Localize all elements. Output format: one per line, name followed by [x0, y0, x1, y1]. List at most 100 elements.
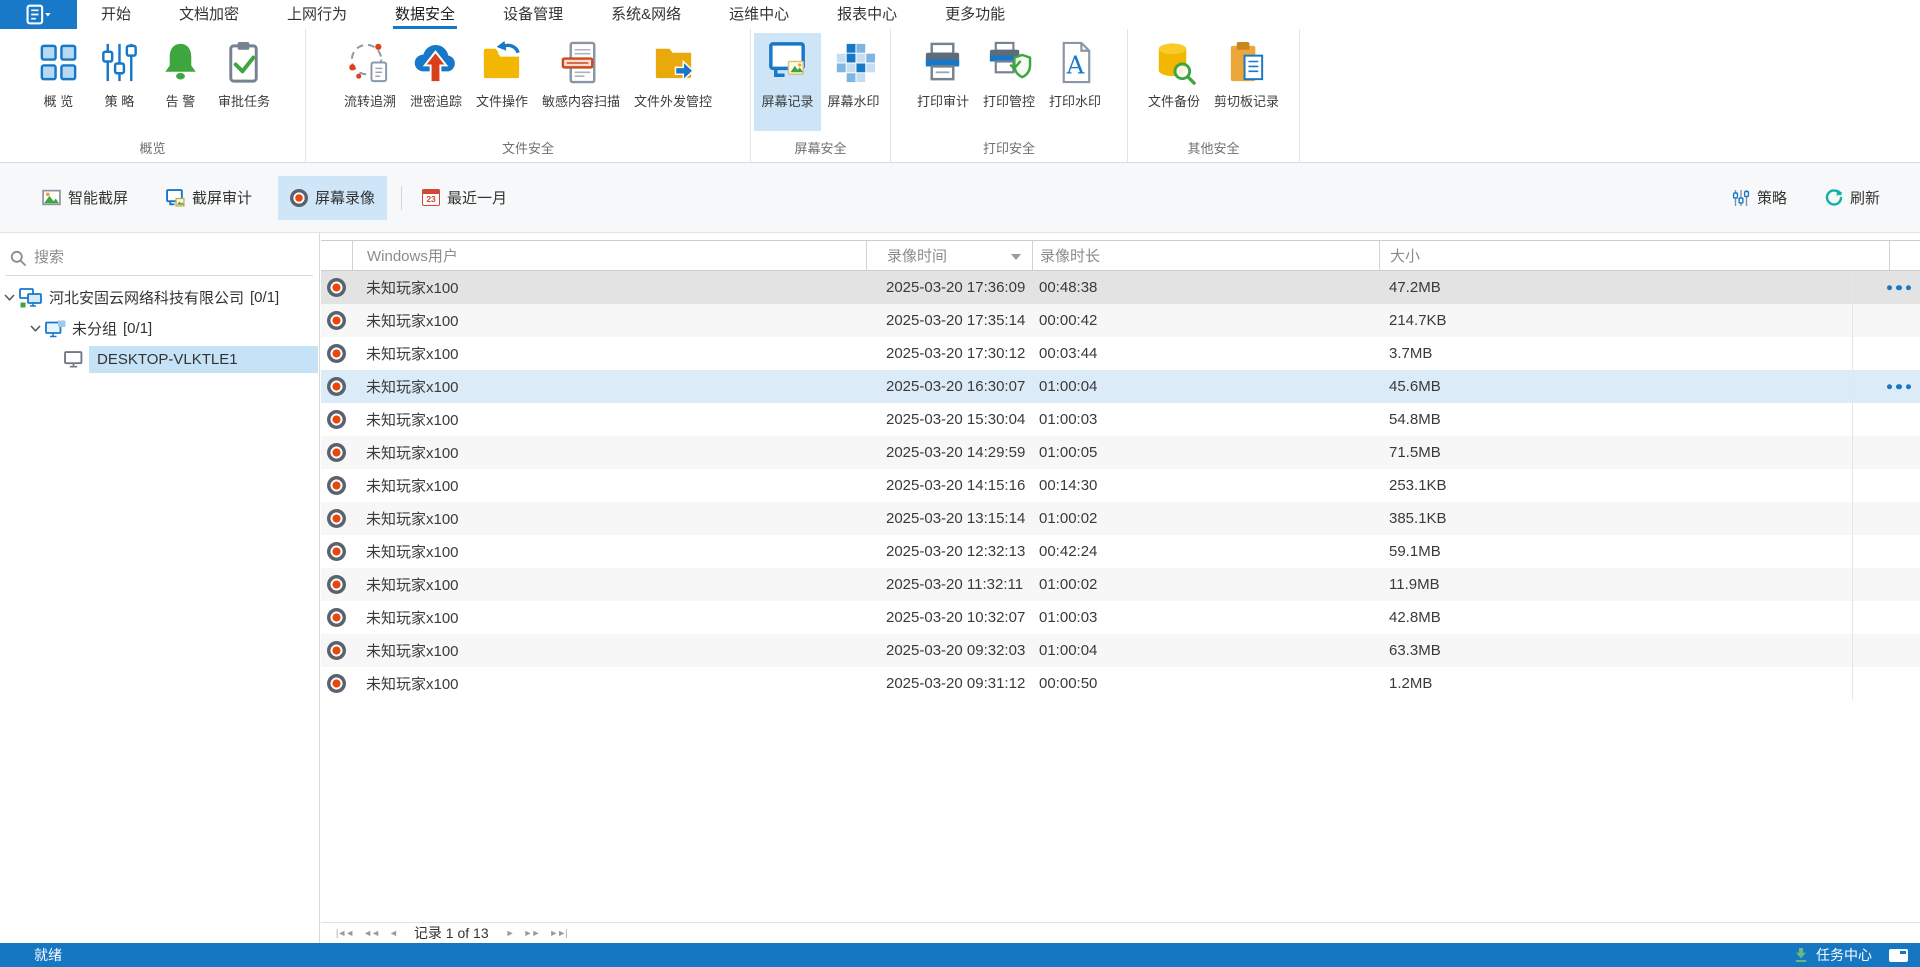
header-windows-user[interactable]: Windows用户 [352, 241, 866, 270]
row-windows-user: 未知玩家x100 [352, 607, 866, 628]
header-size[interactable]: 大小 [1379, 241, 1889, 270]
tray-window-icon[interactable] [1889, 949, 1908, 962]
table-row[interactable]: 未知玩家x100 2025-03-20 15:30:04 01:00:03 54… [321, 403, 1920, 436]
tree-node-computer[interactable]: DESKTOP-VLKTLE1 [0, 344, 319, 375]
menu-tab-doc-encryption[interactable]: 文档加密 [177, 0, 241, 29]
row-record-time: 2025-03-20 16:30:07 [866, 378, 1032, 395]
row-record-duration: 00:14:30 [1032, 477, 1379, 494]
app-window: 开始 文档加密 上网行为 数据安全 设备管理 系统&网络 运维中心 报表中心 更… [0, 0, 1920, 967]
row-record-time: 2025-03-20 13:15:14 [866, 510, 1032, 527]
table-row[interactable]: 未知玩家x100 2025-03-20 11:32:11 01:00:02 11… [321, 568, 1920, 601]
file-backup-button[interactable]: 文件备份 [1141, 33, 1207, 131]
first-page-button[interactable]: |◄◄ [336, 928, 353, 938]
row-size: 214.7KB [1379, 312, 1889, 329]
table-row[interactable]: 未知玩家x100 2025-03-20 17:36:09 00:48:38 47… [321, 271, 1920, 304]
row-windows-user: 未知玩家x100 [352, 409, 866, 430]
app-menu-button[interactable] [0, 0, 77, 29]
fast-prev-page-button[interactable]: ◄◄ [363, 928, 379, 938]
screen-watermark-button[interactable]: 屏幕水印 [821, 33, 887, 131]
record-icon [327, 608, 346, 627]
prev-page-button[interactable]: ◄ [389, 928, 397, 938]
smart-screenshot-button[interactable]: 智能截屏 [30, 176, 140, 220]
search-box [6, 240, 313, 276]
table-row[interactable]: 未知玩家x100 2025-03-20 16:30:07 01:00:04 45… [321, 370, 1920, 403]
approval-tasks-button[interactable]: 审批任务 [211, 33, 277, 131]
ribbon-group-other-security: 文件备份 剪切板记录 其他安全 [1128, 29, 1300, 162]
clipboard-record-icon [1223, 39, 1270, 86]
sensitive-content-scan-button[interactable]: 敏感内容扫描 [535, 33, 627, 131]
refresh-button[interactable]: 刷新 [1813, 176, 1892, 220]
tree-node-ungrouped[interactable]: 未分组 [0/1] [0, 313, 319, 344]
task-center-button[interactable]: 任务中心 [1793, 945, 1920, 965]
menu-tab-ops-center[interactable]: 运维中心 [727, 0, 791, 29]
table-row[interactable]: 未知玩家x100 2025-03-20 17:30:12 00:03:44 3.… [321, 337, 1920, 370]
header-record-duration[interactable]: 录像时长 [1032, 241, 1379, 270]
table-row[interactable]: 未知玩家x100 2025-03-20 09:32:03 01:00:04 63… [321, 634, 1920, 667]
sort-desc-icon[interactable] [1011, 254, 1021, 260]
alert-button[interactable]: 告 警 [150, 33, 211, 131]
last-page-button[interactable]: ►►| [549, 928, 566, 938]
print-control-button[interactable]: 打印管控 [976, 33, 1042, 131]
table-row[interactable]: 未知玩家x100 2025-03-20 12:32:13 00:42:24 59… [321, 535, 1920, 568]
overview-button[interactable]: 概 览 [28, 33, 89, 131]
row-windows-user: 未知玩家x100 [352, 376, 866, 397]
screen-recording-button[interactable]: 屏幕录像 [278, 176, 387, 220]
menu-tab-internet-behavior[interactable]: 上网行为 [285, 0, 349, 29]
menu-tab-more-features[interactable]: 更多功能 [943, 0, 1007, 29]
table-row[interactable]: 未知玩家x100 2025-03-20 14:15:16 00:14:30 25… [321, 469, 1920, 502]
clipboard-record-button[interactable]: 剪切板记录 [1207, 33, 1286, 131]
menu-tab-report-center[interactable]: 报表中心 [835, 0, 899, 29]
ribbon-group-screen-security: 屏幕记录 屏幕水印 屏幕安全 [751, 29, 891, 162]
print-audit-button[interactable]: 打印审计 [910, 33, 976, 131]
ribbon-group-label: 打印安全 [891, 138, 1127, 157]
leak-tracking-button[interactable]: 泄密追踪 [403, 33, 469, 131]
row-windows-user: 未知玩家x100 [352, 475, 866, 496]
chevron-down-icon[interactable] [4, 294, 15, 301]
screenshot-audit-button[interactable]: 截屏审计 [154, 176, 264, 220]
header-record-time[interactable]: 录像时间 [866, 241, 1032, 270]
search-input[interactable] [34, 249, 274, 266]
table-row[interactable]: 未知玩家x100 2025-03-20 17:35:14 00:00:42 21… [321, 304, 1920, 337]
header-icon-column [321, 241, 352, 270]
menu-tab-system-network[interactable]: 系统&网络 [609, 0, 683, 29]
row-actions-button[interactable] [1887, 285, 1912, 291]
policy-toolbar-button[interactable]: 策略 [1720, 176, 1799, 220]
table-row[interactable]: 未知玩家x100 2025-03-20 13:15:14 01:00:02 38… [321, 502, 1920, 535]
table-row[interactable]: 未知玩家x100 2025-03-20 09:31:12 00:00:50 1.… [321, 667, 1920, 700]
date-range-button[interactable]: 23 最近一月 [410, 176, 519, 220]
search-icon [10, 250, 26, 266]
record-icon [327, 641, 346, 660]
screen-record-button[interactable]: 屏幕记录 [754, 33, 820, 131]
chevron-down-icon[interactable] [30, 325, 41, 332]
record-icon [327, 377, 346, 396]
row-size: 63.3MB [1379, 642, 1889, 659]
tree-node-company[interactable]: 河北安固云网络科技有限公司 [0/1] [0, 282, 319, 313]
selected-node-highlight: DESKTOP-VLKTLE1 [89, 346, 318, 373]
row-record-time: 2025-03-20 11:32:11 [866, 576, 1032, 593]
record-icon [327, 278, 346, 297]
record-icon [327, 509, 346, 528]
table-row[interactable]: 未知玩家x100 2025-03-20 10:32:07 01:00:03 42… [321, 601, 1920, 634]
row-record-time: 2025-03-20 14:15:16 [866, 477, 1032, 494]
row-size: 47.2MB [1379, 279, 1889, 296]
calendar-icon: 23 [422, 189, 440, 206]
node-count: [0/1] [250, 289, 279, 306]
computer-tree: 河北安固云网络科技有限公司 [0/1] 未分组 [0/1] DESKTOP-VL… [0, 282, 319, 375]
row-windows-user: 未知玩家x100 [352, 277, 866, 298]
menu-tab-data-security[interactable]: 数据安全 [393, 0, 457, 29]
row-actions-button[interactable] [1887, 384, 1912, 390]
flow-trace-button[interactable]: 流转追溯 [337, 33, 403, 131]
menu-tab-start[interactable]: 开始 [99, 0, 133, 29]
table-row[interactable]: 未知玩家x100 2025-03-20 14:29:59 01:00:05 71… [321, 436, 1920, 469]
file-operation-button[interactable]: 文件操作 [469, 33, 535, 131]
recordings-table: Windows用户 录像时间 录像时长 大小 未知玩家x100 2025-03-… [321, 233, 1920, 922]
menu-tab-device-management[interactable]: 设备管理 [501, 0, 565, 29]
print-watermark-button[interactable]: 打印水印 [1042, 33, 1108, 131]
computer-group-icon [45, 320, 66, 338]
fast-next-page-button[interactable]: ►► [524, 928, 540, 938]
policy-button[interactable]: 策 略 [89, 33, 150, 131]
row-windows-user: 未知玩家x100 [352, 508, 866, 529]
file-outgoing-control-button[interactable]: 文件外发管控 [627, 33, 719, 131]
next-page-button[interactable]: ► [506, 928, 514, 938]
row-record-time: 2025-03-20 17:35:14 [866, 312, 1032, 329]
